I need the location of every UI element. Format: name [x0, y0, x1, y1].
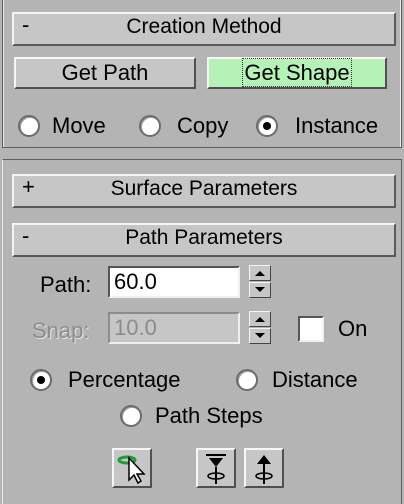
- instance-radio[interactable]: [256, 115, 278, 137]
- pick-shape-button[interactable]: [112, 448, 152, 488]
- instance-label: Instance: [295, 113, 379, 138]
- distance-radio[interactable]: [236, 369, 258, 391]
- path-spinner[interactable]: [249, 265, 271, 299]
- percentage-label: Percentage: [68, 367, 181, 392]
- path-label: Path:: [40, 272, 92, 297]
- copy-radio[interactable]: [139, 115, 161, 137]
- move-radio[interactable]: [18, 115, 40, 137]
- snap-on-checkbox[interactable]: [298, 316, 324, 342]
- spinner-up-icon[interactable]: [249, 265, 271, 281]
- path-input[interactable]: 60.0: [108, 266, 240, 298]
- get-shape-button[interactable]: Get Shape: [207, 57, 387, 89]
- spinner-down-icon[interactable]: [249, 282, 271, 298]
- surface-parameters-bar[interactable]: + Surface Parameters: [12, 174, 396, 208]
- rollout-title: Creation Method: [126, 15, 282, 38]
- spinner-up-icon[interactable]: [249, 311, 271, 327]
- path-parameters-bar[interactable]: - Path Parameters: [12, 223, 396, 257]
- get-path-button[interactable]: Get Path: [14, 57, 196, 89]
- move-label: Move: [52, 113, 106, 138]
- spinner-down-icon[interactable]: [249, 328, 271, 344]
- align-up-button[interactable]: [244, 448, 284, 488]
- percentage-radio[interactable]: [30, 369, 52, 391]
- snap-input[interactable]: 10.0: [108, 312, 240, 344]
- rollout-title: Surface Parameters: [110, 177, 298, 200]
- path-steps-label: Path Steps: [155, 403, 263, 428]
- rollout-title: Path Parameters: [125, 226, 283, 249]
- align-down-button[interactable]: [196, 448, 236, 488]
- creation-method-bar[interactable]: - Creation Method: [12, 12, 396, 46]
- align-down-icon: [206, 454, 226, 484]
- pick-shape-icon: [117, 455, 146, 485]
- snap-spinner[interactable]: [249, 311, 271, 345]
- distance-label: Distance: [272, 367, 358, 392]
- snap-label: Snap:: [32, 318, 90, 343]
- align-up-icon: [255, 455, 273, 484]
- copy-label: Copy: [177, 113, 229, 138]
- snap-on-label: On: [338, 316, 368, 341]
- path-steps-radio[interactable]: [120, 405, 142, 427]
